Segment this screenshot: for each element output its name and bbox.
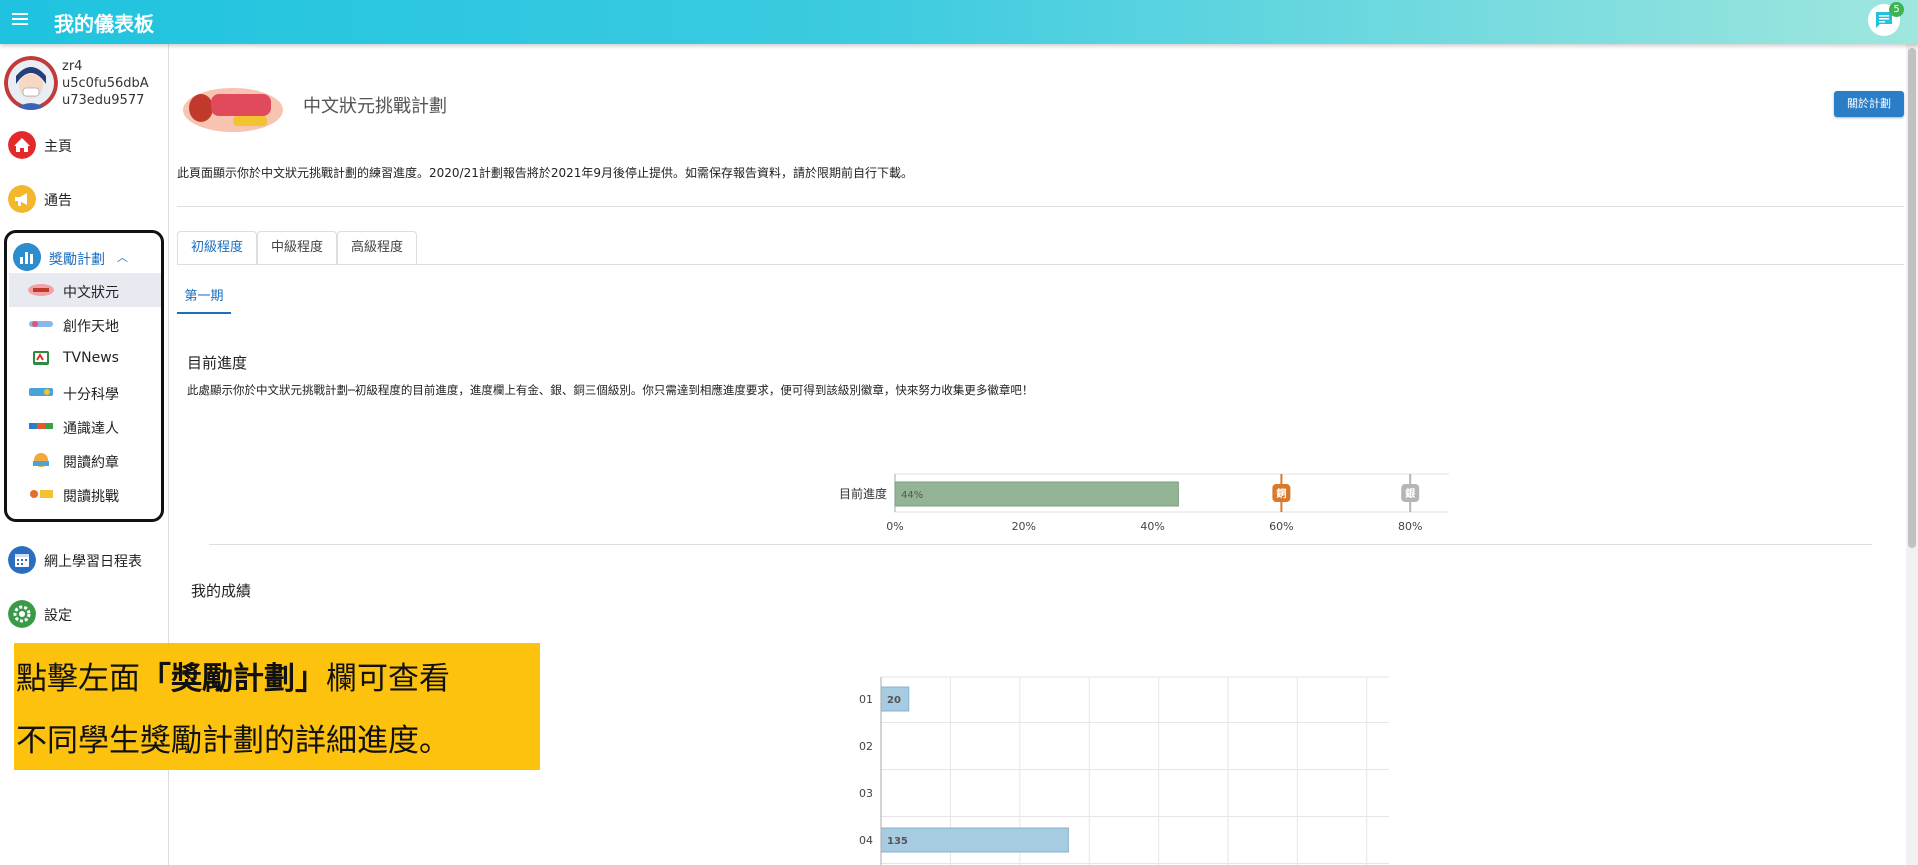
tab-advanced[interactable]: 高級程度 <box>337 231 417 264</box>
about-program-button[interactable]: 關於計劃 <box>1834 91 1904 117</box>
sidebar-item-notice[interactable]: 通告 <box>8 180 166 216</box>
chinese-champion-logo-icon <box>28 284 54 296</box>
top-app-bar: 我的儀表板 5 <box>0 0 1918 44</box>
writing-logo-icon <box>29 321 53 327</box>
milestone-label: 銀 <box>1405 487 1415 500</box>
sidebar-item-label: TVNews <box>63 350 119 366</box>
category-label: 04 <box>859 834 873 847</box>
progress-value-label: 44% <box>901 490 923 501</box>
sidebar-item-label: 通識達人 <box>63 421 119 437</box>
sidebar-item-label: 主頁 <box>44 139 72 155</box>
sidebar-subitem-tvnews[interactable]: TVNews <box>9 341 161 375</box>
sidebar-subitem-reading-challenge[interactable]: 閱讀挑戰 <box>9 477 161 511</box>
score-bar <box>880 827 1069 853</box>
page-title: 中文狀元挑戰計劃 <box>303 96 447 117</box>
divider <box>177 264 1904 265</box>
sidebar-item-label: 獎勵計劃 <box>49 252 105 268</box>
science-logo-icon <box>29 388 53 396</box>
sidebar-subitem-general[interactable]: 通識達人 <box>9 409 161 443</box>
bar-chart-icon <box>13 243 41 271</box>
sidebar-subitem-chinese[interactable]: 中文狀元 <box>9 273 161 307</box>
sidebar-item-label: 閱讀約章 <box>63 455 119 471</box>
gear-icon <box>8 600 36 628</box>
sidebar-item-rewards[interactable]: 獎勵計劃 ︿ <box>13 241 161 273</box>
sidebar-item-label: 十分科學 <box>63 387 119 403</box>
score-chart: 012002030413505183 <box>859 676 1389 865</box>
app-title: 我的儀表板 <box>54 12 154 36</box>
bar-value-label: 20 <box>887 695 901 706</box>
megaphone-icon <box>8 185 36 213</box>
tick-label: 60% <box>1269 520 1293 533</box>
reading-challenge-logo-icon <box>30 490 53 498</box>
sidebar-item-label: 創作天地 <box>63 319 119 335</box>
tab-intermediate[interactable]: 中級程度 <box>257 231 337 264</box>
sidebar-subitem-writing[interactable]: 創作天地 <box>9 307 161 341</box>
sidebar-item-label: 閱讀挑戰 <box>63 489 119 505</box>
sidebar-item-settings[interactable]: 設定 <box>8 595 166 631</box>
sidebar-item-label: 中文狀元 <box>63 285 119 301</box>
messages-button[interactable]: 5 <box>1868 2 1904 36</box>
vertical-scrollbar[interactable] <box>1906 44 1918 865</box>
tab-beginner[interactable]: 初級程度 <box>177 231 257 264</box>
milestone-label: 銅 <box>1276 487 1286 500</box>
category-label: 01 <box>859 693 873 706</box>
progress-bar <box>894 481 1179 507</box>
current-progress-description: 此處顯示你於中文狀元挑戰計劃─初級程度的目前進度，進度欄上有金、銀、銅三個級別。… <box>187 383 1034 397</box>
project-logo <box>181 82 285 134</box>
notice-text: 此頁面顯示你於中文狀元挑戰計劃的練習進度。2020/21計劃報告將於2021年9… <box>177 166 914 180</box>
category-label: 03 <box>859 787 873 800</box>
sidebar-item-home[interactable]: 主頁 <box>8 126 166 162</box>
home-icon <box>8 131 36 159</box>
tick-label: 20% <box>1012 520 1036 533</box>
chevron-up-icon: ︿ <box>117 251 128 264</box>
user-name: zr4 u5c0fu56dbA u73edu9577 <box>62 59 149 108</box>
avatar[interactable] <box>4 56 58 110</box>
notification-badge: 5 <box>1889 2 1904 17</box>
bar-value-label: 135 <box>887 836 908 847</box>
reading-charter-logo-icon <box>33 453 49 467</box>
sidebar-item-label: 網上學習日程表 <box>44 554 142 570</box>
sidebar-item-label: 設定 <box>44 608 72 624</box>
sidebar-item-calendar[interactable]: 網上學習日程表 <box>8 541 166 577</box>
calendar-icon <box>8 546 36 574</box>
current-progress-title: 目前進度 <box>187 354 248 372</box>
tick-label: 80% <box>1398 520 1422 533</box>
progress-chart: 目前進度44%銅銀金0%20%40%60%80%100% <box>839 473 1449 533</box>
sidebar-subitem-reading-charter[interactable]: 閱讀約章 <box>9 443 161 477</box>
tick-label: 0% <box>886 520 903 533</box>
rewards-section-highlight: 獎勵計劃 ︿ 中文狀元 創作天地 TVNews 十分科學 通識達人 閱讀約章 閱… <box>4 230 164 522</box>
tvnews-logo-icon <box>33 351 49 365</box>
instruction-callout: 點擊左面「獎勵計劃」欄可查看 不同學生獎勵計劃的詳細進度。 <box>14 643 540 770</box>
tick-label: 40% <box>1140 520 1164 533</box>
hamburger-menu-icon[interactable] <box>12 13 28 27</box>
divider <box>177 206 1904 207</box>
tab-period-1[interactable]: 第一期 <box>177 282 231 314</box>
my-scores-title: 我的成績 <box>191 582 252 600</box>
category-label: 目前進度 <box>839 486 887 501</box>
divider <box>209 544 1872 545</box>
category-label: 02 <box>859 740 873 753</box>
sidebar-subitem-science[interactable]: 十分科學 <box>9 375 161 409</box>
sidebar-item-label: 通告 <box>44 193 72 209</box>
general-knowledge-logo-icon <box>29 423 53 429</box>
scrollbar-thumb[interactable] <box>1908 48 1916 548</box>
